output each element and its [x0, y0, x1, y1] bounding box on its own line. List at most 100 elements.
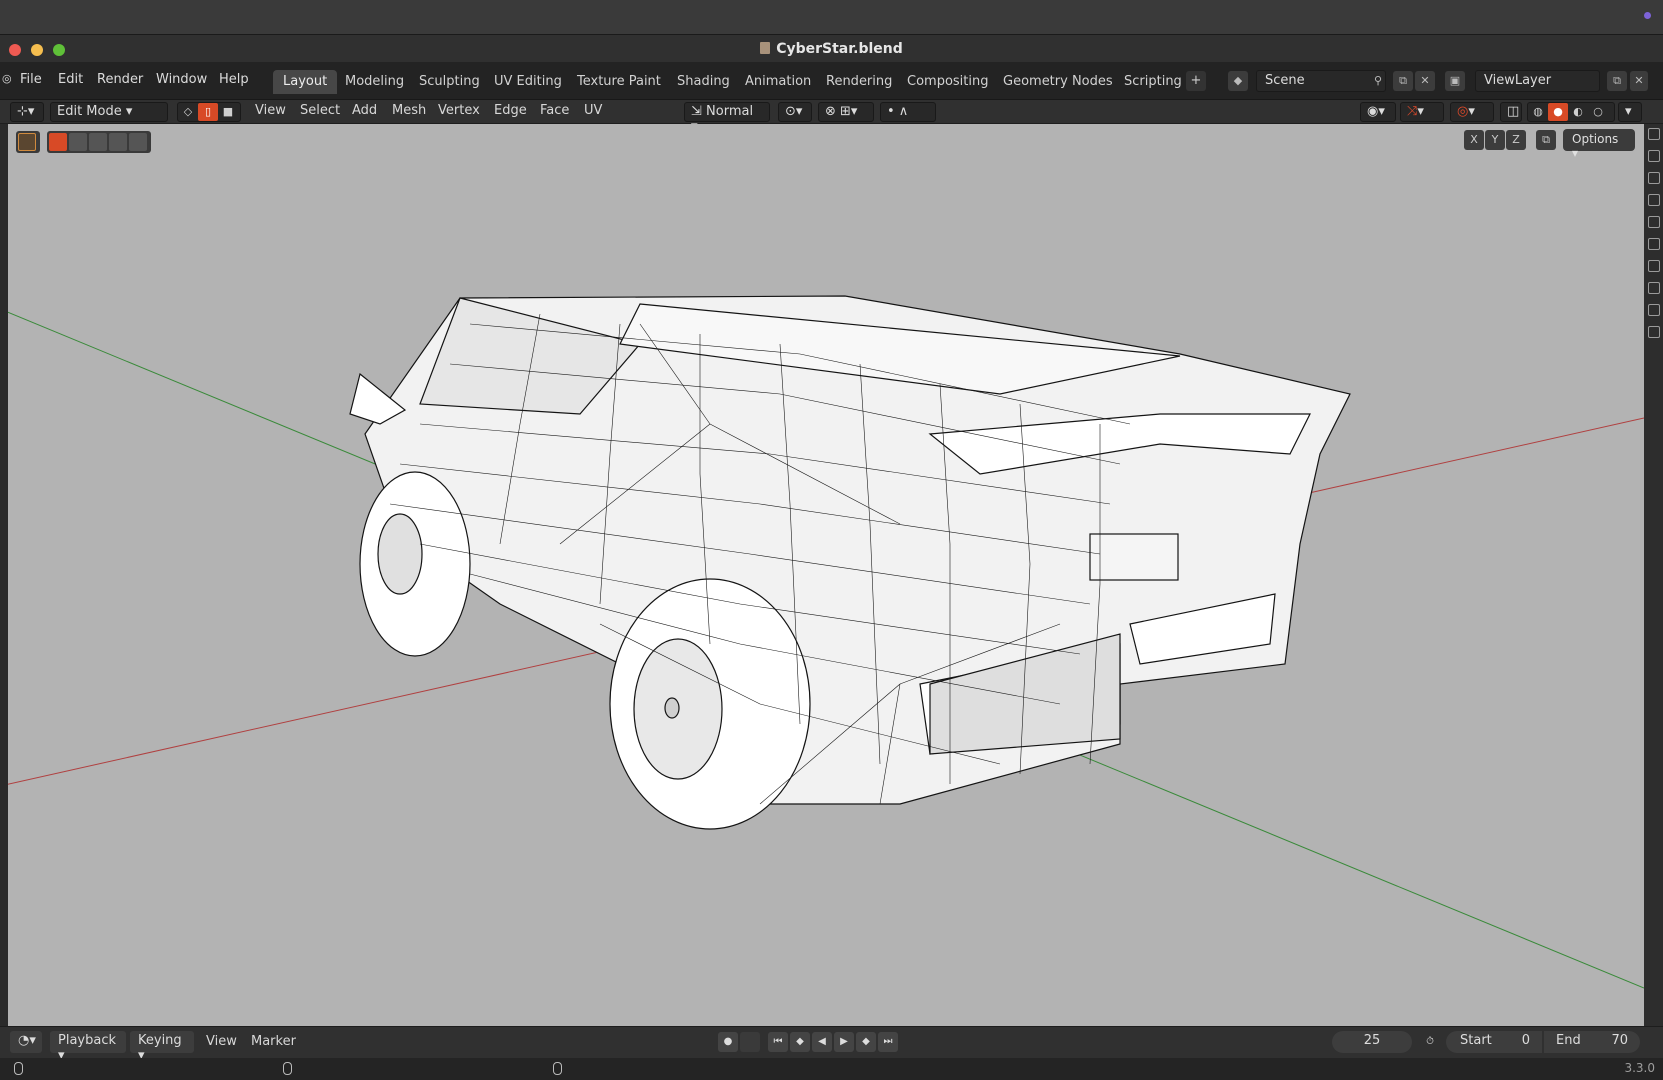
- mode-label: Edit Mode: [57, 104, 122, 119]
- xray-toggle[interactable]: ◫: [1500, 102, 1522, 122]
- jump-start-icon[interactable]: ⏮: [768, 1032, 788, 1052]
- gizmo-dropdown[interactable]: ⤨▾: [1400, 102, 1444, 122]
- visibility-dropdown[interactable]: ◉▾: [1360, 102, 1396, 122]
- timeline-menu-marker[interactable]: Marker: [251, 1034, 296, 1049]
- timeline-editor-type[interactable]: ◔▾: [10, 1031, 42, 1053]
- tab-shading[interactable]: Shading: [667, 70, 740, 94]
- next-keyframe-icon[interactable]: ◆: [856, 1032, 876, 1052]
- header-menu-vertex[interactable]: Vertex: [438, 103, 480, 118]
- select-new-icon[interactable]: [49, 133, 67, 151]
- solid-shading-icon[interactable]: ●: [1548, 103, 1568, 121]
- scene-browse-icon[interactable]: ◆: [1228, 71, 1248, 91]
- options-dropdown[interactable]: Options ▾: [1563, 129, 1635, 160]
- edge-select-icon[interactable]: ▯: [198, 103, 218, 121]
- desktop-top-strip: [0, 0, 1663, 34]
- add-workspace-button[interactable]: +: [1186, 71, 1206, 91]
- pin-icon[interactable]: ⚲: [1368, 71, 1388, 91]
- sidebar-tab-icon[interactable]: [1648, 260, 1660, 272]
- prev-keyframe-icon[interactable]: ◆: [790, 1032, 810, 1052]
- scene-name-field[interactable]: Scene: [1256, 70, 1386, 92]
- tab-scripting[interactable]: Scripting: [1114, 70, 1192, 94]
- editor-type-dropdown[interactable]: ⊹▾: [10, 102, 44, 122]
- header-menu-mesh[interactable]: Mesh: [392, 103, 426, 118]
- sidebar-tab-icon[interactable]: [1648, 150, 1660, 162]
- view-layer-browse-icon[interactable]: ▣: [1445, 71, 1465, 91]
- stopwatch-icon[interactable]: ⏱: [1420, 1032, 1440, 1052]
- sidebar-tab-icon[interactable]: [1648, 238, 1660, 250]
- 3d-viewport[interactable]: X Y Z ⧉ Options ▾: [0, 124, 1644, 1026]
- select-tool-icon[interactable]: [18, 133, 36, 151]
- keying-dropdown[interactable]: Keying ▾: [130, 1031, 194, 1063]
- face-select-icon[interactable]: ■: [218, 103, 238, 121]
- sidebar-tab-icon[interactable]: [1648, 326, 1660, 338]
- start-frame-field[interactable]: Start 0: [1446, 1031, 1542, 1053]
- menu-window[interactable]: Window: [156, 72, 207, 87]
- proportional-edit-dropdown[interactable]: • ∧: [880, 102, 936, 122]
- header-menu-edge[interactable]: Edge: [494, 103, 527, 118]
- material-shading-icon[interactable]: ◐: [1568, 103, 1588, 121]
- delete-scene-icon[interactable]: ✕: [1415, 71, 1435, 91]
- new-scene-icon[interactable]: ⧉: [1393, 71, 1413, 91]
- tab-texture-paint[interactable]: Texture Paint: [567, 70, 671, 94]
- tab-compositing[interactable]: Compositing: [897, 70, 999, 94]
- header-menu-view[interactable]: View: [255, 103, 286, 118]
- axis-y-toggle[interactable]: Y: [1485, 130, 1505, 150]
- select-subtract-icon[interactable]: [89, 133, 107, 151]
- play-reverse-icon[interactable]: ◀: [812, 1032, 832, 1052]
- mode-dropdown[interactable]: Edit Mode ▾: [50, 102, 168, 122]
- wireframe-shading-icon[interactable]: ◍: [1528, 103, 1548, 121]
- toolbar-region-edge[interactable]: [0, 124, 8, 1026]
- select-mode-toolbar: [47, 131, 151, 153]
- sidebar-tab-icon[interactable]: [1648, 194, 1660, 206]
- delete-view-layer-icon[interactable]: ✕: [1630, 71, 1648, 91]
- overlays-dropdown[interactable]: ◎▾: [1450, 102, 1494, 122]
- menu-file[interactable]: File: [20, 72, 42, 87]
- shading-options-dropdown[interactable]: ▾: [1618, 102, 1642, 122]
- auto-keying-icon[interactable]: [740, 1032, 760, 1052]
- sidebar-region-edge[interactable]: [1644, 124, 1663, 1026]
- header-menu-face[interactable]: Face: [540, 103, 569, 118]
- tab-layout[interactable]: Layout: [273, 70, 338, 94]
- sidebar-tab-icon[interactable]: [1648, 282, 1660, 294]
- current-frame-field[interactable]: 25: [1332, 1031, 1412, 1053]
- tab-sculpting[interactable]: Sculpting: [409, 70, 490, 94]
- tab-geometry-nodes[interactable]: Geometry Nodes: [993, 70, 1123, 94]
- orientation-dropdown[interactable]: ⇲ Normal ▾: [684, 102, 770, 134]
- header-menu-add[interactable]: Add: [352, 103, 377, 118]
- tab-animation[interactable]: Animation: [735, 70, 821, 94]
- new-view-layer-icon[interactable]: ⧉: [1607, 71, 1627, 91]
- select-invert-icon[interactable]: [109, 133, 127, 151]
- tab-rendering[interactable]: Rendering: [816, 70, 902, 94]
- axis-x-toggle[interactable]: X: [1464, 130, 1484, 150]
- end-frame-field[interactable]: End 70: [1544, 1031, 1640, 1053]
- play-icon[interactable]: ▶: [834, 1032, 854, 1052]
- rendered-shading-icon[interactable]: ○: [1588, 103, 1608, 121]
- tab-uv-editing[interactable]: UV Editing: [484, 70, 572, 94]
- mirror-options-icon[interactable]: ⧉: [1536, 130, 1556, 150]
- blender-logo-icon[interactable]: ◎: [2, 72, 12, 85]
- view-layer-name-field[interactable]: ViewLayer: [1475, 70, 1600, 92]
- jump-end-icon[interactable]: ⏭: [878, 1032, 898, 1052]
- sidebar-tab-icon[interactable]: [1648, 216, 1660, 228]
- sidebar-tab-icon[interactable]: [1648, 128, 1660, 140]
- playback-dropdown[interactable]: Playback ▾: [50, 1031, 126, 1063]
- header-menu-select[interactable]: Select: [300, 103, 340, 118]
- timeline-menu-view[interactable]: View: [206, 1034, 237, 1049]
- header-menu-uv[interactable]: UV: [584, 103, 602, 118]
- snapping-dropdown[interactable]: ⊗ ⊞▾: [818, 102, 874, 122]
- car-wireframe-mesh[interactable]: [349, 295, 1351, 830]
- sidebar-tab-icon[interactable]: [1648, 172, 1660, 184]
- viewport-canvas: [0, 295, 1644, 989]
- select-intersect-icon[interactable]: [129, 133, 147, 151]
- vertex-select-icon[interactable]: ◇: [178, 103, 198, 121]
- sidebar-tab-icon[interactable]: [1648, 304, 1660, 316]
- menu-help[interactable]: Help: [219, 72, 249, 87]
- record-icon[interactable]: ●: [718, 1032, 738, 1052]
- menu-edit[interactable]: Edit: [58, 72, 83, 87]
- pivot-dropdown[interactable]: ⊙▾: [778, 102, 812, 122]
- start-label: Start: [1460, 1033, 1492, 1048]
- tab-modeling[interactable]: Modeling: [335, 70, 414, 94]
- select-extend-icon[interactable]: [69, 133, 87, 151]
- menu-render[interactable]: Render: [97, 72, 143, 87]
- axis-z-toggle[interactable]: Z: [1506, 130, 1526, 150]
